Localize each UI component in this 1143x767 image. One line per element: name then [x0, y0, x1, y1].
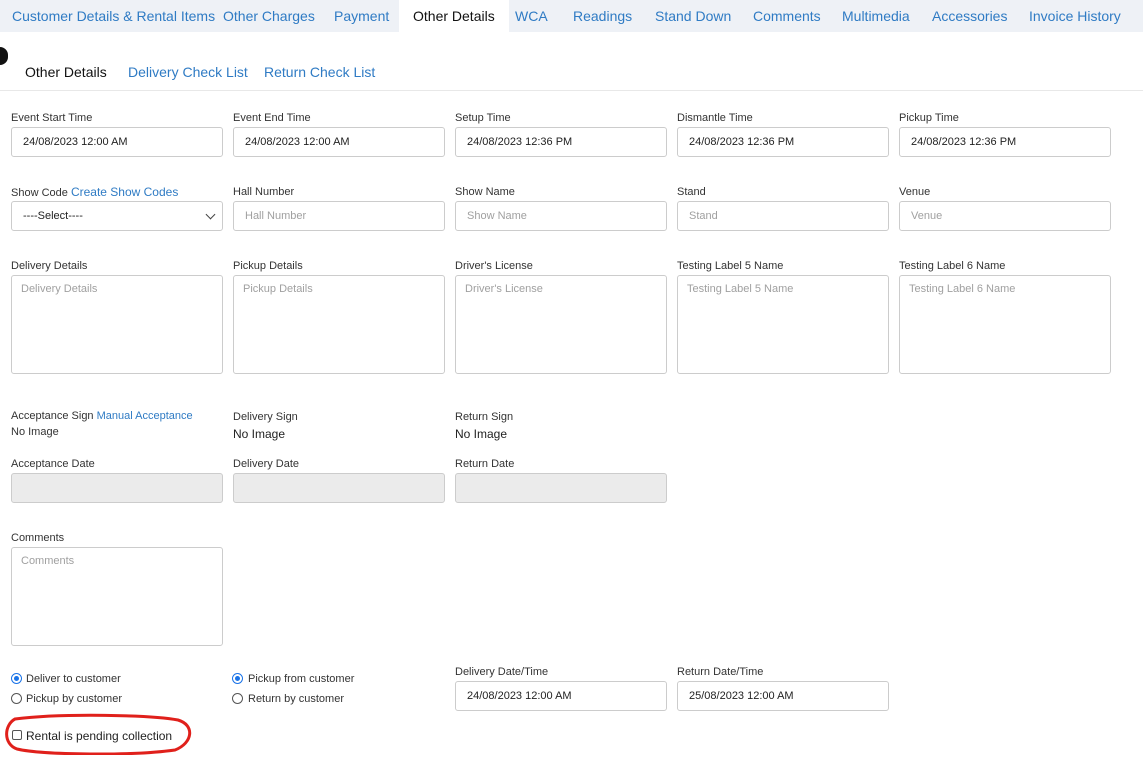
pickup-by-customer-radio[interactable]	[11, 693, 22, 704]
event-end-label: Event End Time	[233, 112, 311, 124]
comments-textarea[interactable]: Comments	[11, 547, 223, 646]
pickup-from-customer-radio[interactable]	[232, 673, 243, 684]
acceptance-date-input	[11, 473, 223, 503]
event-start-label: Event Start Time	[11, 112, 93, 124]
side-panel-toggle[interactable]	[0, 47, 8, 65]
pickup-time-input[interactable]: 24/08/2023 12:36 PM	[899, 127, 1111, 157]
subtab-divider	[0, 90, 1143, 91]
delivery-sign-label: Delivery Sign	[233, 411, 298, 423]
main-tab-bar: Customer Details & Rental Items Other Ch…	[0, 0, 1143, 32]
stand-input[interactable]: Stand	[677, 201, 889, 231]
hall-number-input[interactable]: Hall Number	[233, 201, 445, 231]
tab-readings[interactable]: Readings	[573, 0, 632, 32]
delivery-datetime-input[interactable]: 24/08/2023 12:00 AM	[455, 681, 667, 711]
acceptance-sign-label: Acceptance Sign Manual Acceptance	[11, 410, 193, 422]
subtab-delivery-check-list[interactable]: Delivery Check List	[128, 64, 248, 80]
tab-stand-down[interactable]: Stand Down	[655, 0, 731, 32]
tab-wca[interactable]: WCA	[515, 0, 548, 32]
tab-customer-details[interactable]: Customer Details & Rental Items	[12, 0, 215, 32]
setup-time-input[interactable]: 24/08/2023 12:36 PM	[455, 127, 667, 157]
pickup-details-textarea[interactable]: Pickup Details	[233, 275, 445, 374]
testing-label-5-label: Testing Label 5 Name	[677, 260, 784, 272]
stand-label: Stand	[677, 186, 706, 198]
tab-accessories[interactable]: Accessories	[932, 0, 1007, 32]
tab-comments[interactable]: Comments	[753, 0, 821, 32]
dismantle-time-label: Dismantle Time	[677, 112, 753, 124]
venue-label: Venue	[899, 186, 931, 198]
acceptance-date-label: Acceptance Date	[11, 458, 95, 470]
delivery-datetime-label: Delivery Date/Time	[455, 666, 549, 678]
event-end-input[interactable]: 24/08/2023 12:00 AM	[233, 127, 445, 157]
show-code-label: Show Code Create Show Codes	[11, 185, 179, 199]
testing-label-6-label: Testing Label 6 Name	[899, 260, 1006, 272]
return-datetime-input[interactable]: 25/08/2023 12:00 AM	[677, 681, 889, 711]
delivery-details-label: Delivery Details	[11, 260, 88, 272]
pickup-time-label: Pickup Time	[899, 112, 959, 124]
return-sign-label: Return Sign	[455, 411, 514, 423]
tab-multimedia[interactable]: Multimedia	[842, 0, 910, 32]
dismantle-time-input[interactable]: 24/08/2023 12:36 PM	[677, 127, 889, 157]
delivery-details-textarea[interactable]: Delivery Details	[11, 275, 223, 374]
tab-other-details[interactable]: Other Details	[399, 0, 509, 32]
event-start-input[interactable]: 24/08/2023 12:00 AM	[11, 127, 223, 157]
create-show-codes-link[interactable]: Create Show Codes	[71, 185, 178, 199]
drivers-license-textarea[interactable]: Driver's License	[455, 275, 667, 374]
tab-other-charges[interactable]: Other Charges	[223, 0, 315, 32]
testing-label-5-textarea[interactable]: Testing Label 5 Name	[677, 275, 889, 374]
comments-label: Comments	[11, 532, 65, 544]
return-by-customer-label[interactable]: Return by customer	[248, 693, 344, 705]
return-sign-value: No Image	[455, 427, 508, 441]
highlight-circle-annotation	[5, 713, 192, 755]
testing-label-6-textarea[interactable]: Testing Label 6 Name	[899, 275, 1111, 374]
hall-number-label: Hall Number	[233, 186, 295, 198]
delivery-date-label: Delivery Date	[233, 458, 300, 470]
return-date-label: Return Date	[455, 458, 515, 470]
return-date-input	[455, 473, 667, 503]
show-name-label: Show Name	[455, 186, 515, 198]
delivery-date-input	[233, 473, 445, 503]
subtab-return-check-list[interactable]: Return Check List	[264, 64, 375, 80]
acceptance-sign-value: No Image	[11, 426, 59, 438]
pickup-from-customer-label[interactable]: Pickup from customer	[248, 673, 354, 685]
deliver-to-customer-label[interactable]: Deliver to customer	[26, 673, 121, 685]
delivery-sign-value: No Image	[233, 427, 286, 441]
manual-acceptance-link[interactable]: Manual Acceptance	[97, 410, 193, 422]
return-by-customer-radio[interactable]	[232, 693, 243, 704]
show-code-select-value: ----Select----	[23, 210, 83, 222]
setup-time-label: Setup Time	[455, 112, 511, 124]
drivers-license-label: Driver's License	[455, 260, 533, 272]
chevron-down-icon	[205, 209, 216, 220]
tab-payment[interactable]: Payment	[334, 0, 389, 32]
return-datetime-label: Return Date/Time	[677, 666, 764, 678]
show-name-input[interactable]: Show Name	[455, 201, 667, 231]
pickup-by-customer-label[interactable]: Pickup by customer	[26, 693, 122, 705]
venue-input[interactable]: Venue	[899, 201, 1111, 231]
pickup-details-label: Pickup Details	[233, 260, 303, 272]
subtab-other-details[interactable]: Other Details	[25, 64, 107, 80]
deliver-to-customer-radio[interactable]	[11, 673, 22, 684]
tab-invoice-history[interactable]: Invoice History	[1029, 0, 1121, 32]
show-code-select[interactable]: ----Select----	[11, 201, 223, 231]
